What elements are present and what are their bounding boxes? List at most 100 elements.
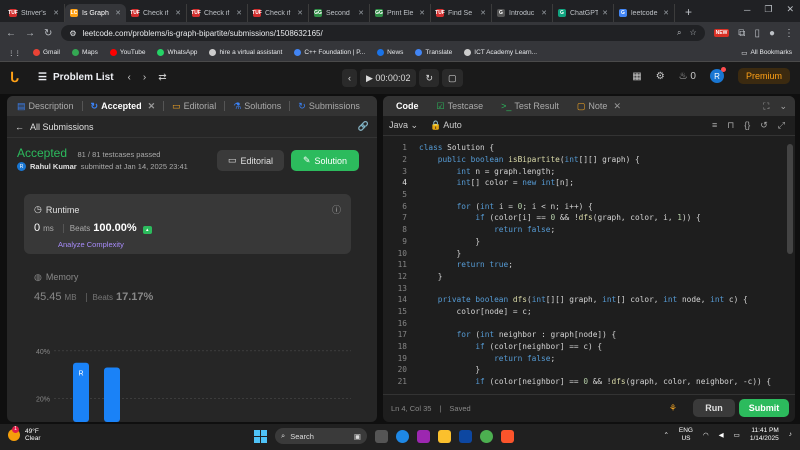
reset-code-icon[interactable]: ↺ (760, 120, 768, 131)
store-icon[interactable] (459, 429, 472, 443)
editorial-button[interactable]: ▭ Editorial (217, 150, 284, 171)
bookmark-item[interactable]: Gmail (33, 49, 60, 56)
solution-button[interactable]: ✎ Solution (291, 150, 359, 171)
close-tab-icon[interactable]: ✕ (115, 9, 121, 17)
close-tab-icon[interactable]: ✕ (297, 9, 303, 17)
debug-icon[interactable]: ⚘ (669, 403, 677, 414)
browser-tab[interactable]: TUF Check if ✕ (126, 4, 187, 22)
bookmark-item[interactable]: WhatsApp (157, 49, 197, 56)
brave-icon[interactable] (501, 429, 514, 443)
tab-submissions[interactable]: ↻ Submissions (294, 101, 364, 112)
timer-collapse-button[interactable]: ‹ (342, 69, 357, 87)
problem-list-button[interactable]: ☰ Problem List (38, 72, 114, 83)
bookmark-item[interactable]: YouTube (109, 49, 145, 56)
tab-test-result[interactable]: >_ Test Result (497, 101, 563, 111)
browser-tab[interactable]: TUF Striver's ✕ (4, 4, 65, 22)
tray-overflow-icon[interactable]: ⌃ (663, 431, 668, 439)
analyze-complexity-link[interactable]: Analyze Complexity (58, 240, 124, 249)
bookmark-item[interactable]: ICT Academy Learn... (464, 49, 537, 56)
bookmark-item[interactable]: hire a virtual assistant (209, 49, 282, 56)
close-tab-icon[interactable]: ✕ (236, 9, 242, 17)
info-icon[interactable]: ⓘ (332, 203, 341, 216)
wifi-icon[interactable]: ◠ (703, 431, 709, 439)
shuffle-icon[interactable]: ⇄ (158, 72, 166, 83)
close-tab-icon[interactable]: ✕ (148, 101, 156, 112)
browser-tab[interactable]: LC Is Graph ✕ (65, 4, 126, 22)
star-icon[interactable]: ☆ (689, 28, 696, 38)
notes-button[interactable]: ▢ (442, 69, 463, 87)
taskbar-search[interactable]: ⌕ Search ▣ (275, 428, 367, 444)
layout-icon[interactable]: ▦ (632, 71, 641, 82)
tab-note[interactable]: ▢ Note ✕ (573, 101, 625, 112)
memory-card[interactable]: ◍ Memory 45.45 MB Beats 17.17% 40% 20% R (24, 263, 351, 422)
weather-widget[interactable]: 1 49°F Clear (8, 426, 41, 442)
forward-icon[interactable]: → (25, 28, 35, 39)
edge-icon[interactable] (396, 429, 409, 443)
runtime-card[interactable]: ◷ Runtime ⓘ 0 ms Beats 100.00% ▴ Analyze… (24, 194, 351, 254)
back-arrow-icon[interactable]: ← (15, 122, 24, 132)
editor-scrollbar[interactable] (787, 144, 793, 254)
tab-testcase[interactable]: ☑ Testcase (433, 101, 488, 112)
menu-icon[interactable]: ⋮ (784, 28, 794, 39)
sidepanel-icon[interactable]: ▯ (754, 28, 760, 39)
next-problem-icon[interactable]: › (143, 72, 146, 83)
settings-icon[interactable]: ⚙ (656, 71, 665, 82)
close-tab-icon[interactable]: ✕ (480, 9, 486, 17)
reload-icon[interactable]: ↻ (44, 28, 52, 39)
avatar[interactable]: R (709, 67, 726, 83)
braces-icon[interactable]: {} (744, 120, 750, 131)
battery-icon[interactable]: ▭ (734, 431, 740, 439)
browser-tab[interactable]: G Introduc ✕ (492, 4, 553, 22)
submit-button[interactable]: Submit (739, 399, 789, 417)
browser-tab[interactable]: Gleetcode ✕ (614, 4, 675, 22)
notifications-icon[interactable]: ♪ (789, 431, 792, 438)
browser-tab[interactable]: TUF Find Se ✕ (431, 4, 492, 22)
bookmark-item[interactable]: Translate (415, 49, 452, 56)
user-name[interactable]: Rahul Kumar (30, 162, 77, 171)
clock[interactable]: 11:41 PM 1/14/2025 (750, 427, 779, 443)
close-tab-icon[interactable]: ✕ (53, 9, 59, 17)
maximize-button[interactable]: ❐ (764, 4, 772, 15)
close-tab-icon[interactable]: ✕ (541, 9, 547, 17)
new-tab-button[interactable]: + (685, 5, 692, 22)
close-tab-icon[interactable]: ✕ (358, 9, 364, 17)
new-badge[interactable]: NEW (713, 29, 730, 37)
close-tab-icon[interactable]: ✕ (602, 9, 608, 17)
tab-code[interactable]: Code (389, 101, 423, 111)
tab-editorial[interactable]: ▭ Editorial (168, 101, 220, 112)
tab-description[interactable]: ▤ Description (13, 101, 78, 112)
minimize-button[interactable]: ─ (744, 5, 750, 15)
zoom-icon[interactable]: ⌕ (677, 28, 681, 38)
link-icon[interactable]: 🔗 (358, 121, 369, 132)
timer[interactable]: ▶ 00:00:02 (360, 69, 417, 87)
bookmark-item[interactable]: Maps (71, 49, 98, 56)
tab-accepted[interactable]: ↻ Accepted ✕ (87, 101, 160, 112)
browser-tab[interactable]: G ChatGPT ✕ (553, 4, 614, 22)
all-submissions-link[interactable]: All Submissions (30, 122, 94, 132)
format-icon[interactable]: ≡ (712, 120, 717, 131)
extensions-icon[interactable]: ⧉ (738, 28, 745, 39)
bookmark-item[interactable]: News (377, 49, 403, 56)
auto-mode[interactable]: 🔒 Auto (430, 120, 462, 131)
browser-tab[interactable]: GG Print Ele ✕ (370, 4, 431, 22)
browser-tab[interactable]: TUF Check if ✕ (248, 4, 309, 22)
collapse-icon[interactable]: ⌄ (779, 101, 787, 112)
bookmark-icon[interactable]: ⊓ (727, 120, 734, 131)
streak[interactable]: ♨ 0 (679, 71, 696, 82)
apps-icon[interactable]: ⋮⋮ (8, 49, 21, 57)
prev-problem-icon[interactable]: ‹ (128, 72, 131, 83)
chrome-icon[interactable] (480, 429, 493, 443)
file-explorer-icon[interactable] (438, 429, 451, 443)
language-indicator[interactable]: ENG US (679, 427, 693, 442)
back-icon[interactable]: ← (6, 28, 16, 39)
close-tab-icon[interactable]: ✕ (613, 101, 621, 112)
premium-button[interactable]: Premium (737, 68, 790, 84)
bookmark-item[interactable]: C++ Foundation | P... (294, 49, 365, 56)
windows-start-icon[interactable] (254, 429, 267, 443)
leetcode-logo-icon[interactable]: ᒐ (10, 70, 24, 84)
memory-bar[interactable] (104, 367, 120, 422)
browser-tab[interactable]: GG Second ✕ (309, 4, 370, 22)
all-bookmarks[interactable]: ▭ All Bookmarks (741, 49, 792, 57)
close-window-button[interactable]: ✕ (786, 4, 794, 15)
task-view-icon[interactable] (375, 429, 388, 443)
